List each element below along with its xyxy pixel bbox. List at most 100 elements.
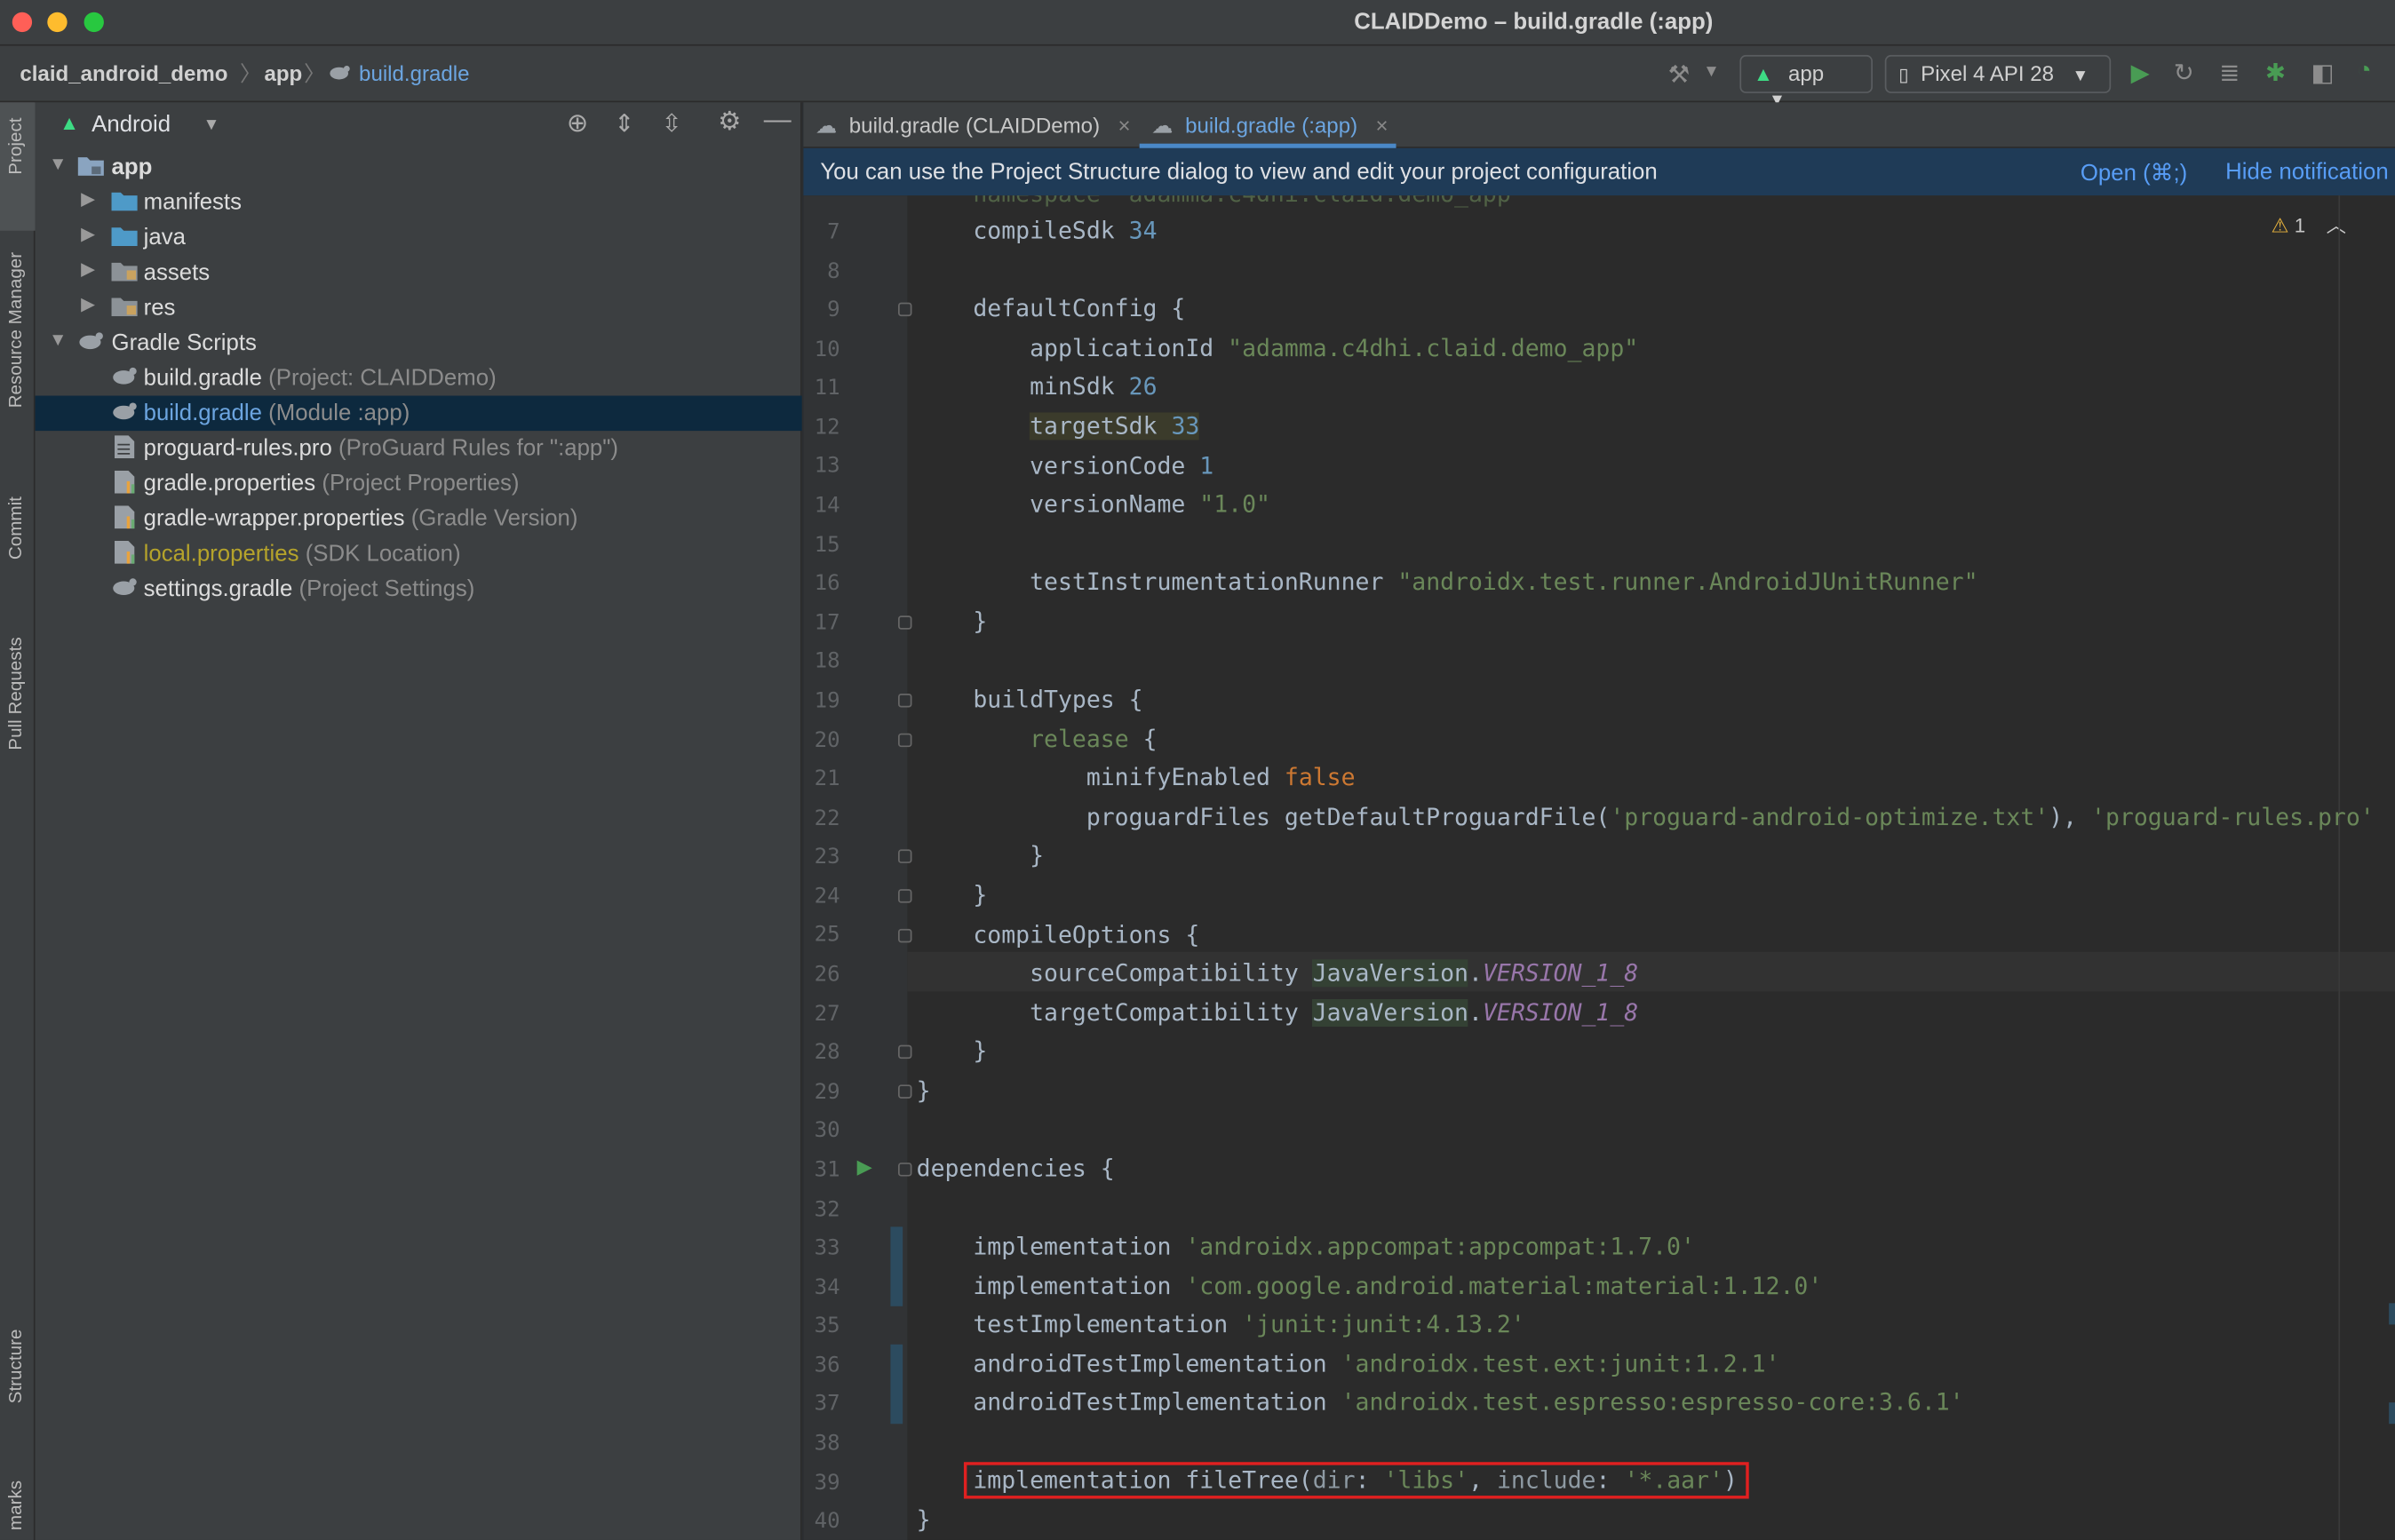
file-name: settings.gradle — [143, 576, 293, 602]
tree-item-gradle-wrapper-properties[interactable]: gradle-wrapper.properties (Gradle Versio… — [36, 501, 802, 536]
profiler-icon[interactable]: ◔ — [2357, 58, 2372, 85]
collapse-all-icon[interactable]: ⇳ — [662, 108, 682, 139]
chevron-right-icon[interactable]: ▶ — [81, 258, 95, 280]
code-editor[interactable]: 7 8 9 10 11 12 13 14 15 16 17 18 19 20 21 22 23 24 25 26 27 2… — [803, 195, 2395, 1540]
code-line-9: defaultConfig { — [916, 294, 1186, 322]
breadcrumb-file[interactable]: build.gradle — [359, 61, 469, 86]
line-number: 23 — [814, 845, 840, 870]
chevron-right-icon[interactable]: ▶ — [81, 188, 95, 210]
run-icon[interactable]: ▶ — [2131, 58, 2150, 88]
side-tab-commit[interactable]: Commit — [4, 496, 26, 560]
fold-marker-icon[interactable] — [898, 1163, 912, 1177]
chevron-down-icon[interactable]: ▼ — [49, 329, 67, 350]
code-line-7: compileSdk 34 — [917, 217, 1158, 245]
code-line-20: release { — [917, 726, 1157, 753]
chevron-right-icon[interactable]: ▶ — [81, 293, 95, 314]
folder-icon — [111, 189, 138, 212]
side-tab-structure[interactable]: Structure — [4, 1330, 26, 1404]
expand-all-icon[interactable]: ⇕ — [614, 108, 634, 139]
chevron-down-icon[interactable]: ▼ — [1703, 63, 1720, 82]
debug-icon[interactable]: ✱ — [2265, 58, 2286, 88]
code-token: 'proguard-rules.pro' — [2091, 803, 2375, 831]
folder-icon — [111, 225, 138, 248]
tab-build-gradle-project[interactable]: ☁ build.gradle (CLAIDDemo) × — [816, 102, 1134, 148]
line-number: 10 — [814, 337, 840, 362]
tree-item-manifests[interactable]: ▶ manifests — [36, 185, 802, 220]
tree-item-build-gradle-module[interactable]: build.gradle (Module :app) — [35, 395, 802, 432]
tree-item-gradle-properties[interactable]: gradle.properties (Project Properties) — [36, 466, 802, 502]
run-gutter-icon[interactable]: ▶ — [857, 1155, 872, 1179]
breadcrumb-project[interactable]: claid_android_demo — [20, 61, 227, 86]
vcs-change-marker — [890, 1226, 903, 1306]
code-token: 34 — [1128, 217, 1158, 245]
hide-notification-link[interactable]: Hide notification — [2225, 159, 2389, 185]
properties-icon — [114, 540, 139, 564]
fold-marker-icon[interactable] — [898, 615, 912, 630]
chevron-up-icon[interactable]: ︿ — [2327, 214, 2346, 237]
fold-marker-icon[interactable] — [898, 889, 912, 903]
code-token: androidTestImplementation — [916, 1388, 1341, 1417]
fold-marker-icon[interactable] — [898, 302, 912, 317]
code-line-16: testInstrumentationRunner "androidx.test… — [917, 568, 1977, 596]
tree-item-build-gradle-project[interactable]: build.gradle (Project: CLAIDDemo) — [36, 361, 802, 396]
fold-marker-icon[interactable] — [898, 1044, 912, 1060]
chevron-down-icon[interactable]: ▼ — [203, 116, 220, 135]
tree-item-label: proguard-rules.pro (ProGuard Rules for "… — [144, 435, 618, 461]
tree-item-settings-gradle[interactable]: settings.gradle (Project Settings) — [36, 571, 802, 607]
device-select[interactable]: ▯ Pixel 4 API 28 ▼ — [1884, 54, 2112, 93]
code-token: ), — [2049, 803, 2092, 831]
tree-item-java[interactable]: ▶ java — [36, 220, 802, 256]
apply-changes-icon[interactable]: ↻ — [2174, 58, 2194, 88]
line-number: 16 — [814, 571, 840, 597]
line-number: 29 — [814, 1079, 840, 1105]
side-tab-resource-manager[interactable]: Resource Manager — [4, 252, 26, 409]
code-token: targetSdk — [1030, 412, 1158, 441]
line-number: 26 — [814, 962, 840, 988]
locate-file-icon[interactable]: ⊕ — [567, 108, 589, 139]
tree-item-proguard-rules[interactable]: proguard-rules.pro (ProGuard Rules for "… — [36, 431, 802, 466]
open-project-structure-link[interactable]: Open (⌘;) — [2081, 159, 2187, 187]
side-tab-project[interactable]: Project — [4, 117, 26, 174]
side-tab-pull-requests[interactable]: Pull Requests — [4, 637, 26, 750]
code-line-11: minSdk 26 — [917, 373, 1157, 401]
code-token: 'androidx.test.ext:junit:1.2.1' — [1341, 1350, 1780, 1378]
build-hammer-icon[interactable]: ⚒ — [1668, 60, 1691, 90]
tree-item-app[interactable]: ▼ app — [36, 150, 802, 186]
close-icon[interactable]: × — [1376, 113, 1388, 138]
line-number: 31 — [814, 1157, 840, 1183]
attach-debugger-icon[interactable]: ◧ — [2311, 58, 2334, 88]
gear-icon[interactable]: ⚙ — [718, 107, 741, 137]
tree-item-label: java — [143, 224, 186, 251]
close-icon[interactable]: × — [1118, 113, 1131, 138]
code-line-17: } — [916, 607, 988, 636]
run-config-select[interactable]: ▲ app ▼ — [1739, 54, 1873, 110]
side-tab-bookmarks[interactable]: marks — [4, 1480, 26, 1530]
chevron-down-icon[interactable]: ▼ — [49, 153, 67, 174]
tree-item-gradle-scripts[interactable]: ▼ Gradle Scripts — [36, 325, 802, 361]
breadcrumb-module[interactable]: app — [264, 61, 302, 86]
fold-marker-icon[interactable] — [898, 928, 912, 943]
tree-item-assets[interactable]: ▶ assets — [36, 255, 802, 290]
hide-panel-icon[interactable]: — — [764, 104, 792, 136]
fold-marker-icon[interactable] — [898, 733, 912, 748]
tree-item-local-properties[interactable]: local.properties (SDK Location) — [36, 536, 802, 572]
project-view-select[interactable]: Android — [92, 112, 171, 138]
line-number: 22 — [814, 806, 840, 831]
inspection-widget[interactable]: ⚠ 1 ︿ — [2271, 210, 2346, 239]
tab-label: build.gradle (:app) — [1185, 113, 1358, 138]
fold-marker-icon[interactable] — [898, 693, 912, 708]
folder-icon — [111, 295, 138, 318]
tab-build-gradle-app[interactable]: ☁ build.gradle (:app) × — [1139, 102, 1396, 148]
code-token: implementation — [916, 1272, 1186, 1300]
line-number: 38 — [814, 1431, 840, 1457]
code-line-10: applicationId "adamma.c4dhi.claid.demo_a… — [917, 335, 1638, 362]
line-number: 27 — [814, 1001, 840, 1027]
chevron-right-icon[interactable]: ▶ — [81, 223, 95, 244]
tree-item-res[interactable]: ▶ res — [36, 290, 802, 326]
code-token: testImplementation — [916, 1310, 1243, 1338]
fold-marker-icon[interactable] — [898, 1084, 912, 1099]
apply-code-changes-icon[interactable]: ≣ — [2219, 58, 2240, 88]
folder-icon — [111, 259, 138, 282]
fold-marker-icon[interactable] — [898, 849, 912, 863]
line-number: 34 — [814, 1274, 840, 1300]
